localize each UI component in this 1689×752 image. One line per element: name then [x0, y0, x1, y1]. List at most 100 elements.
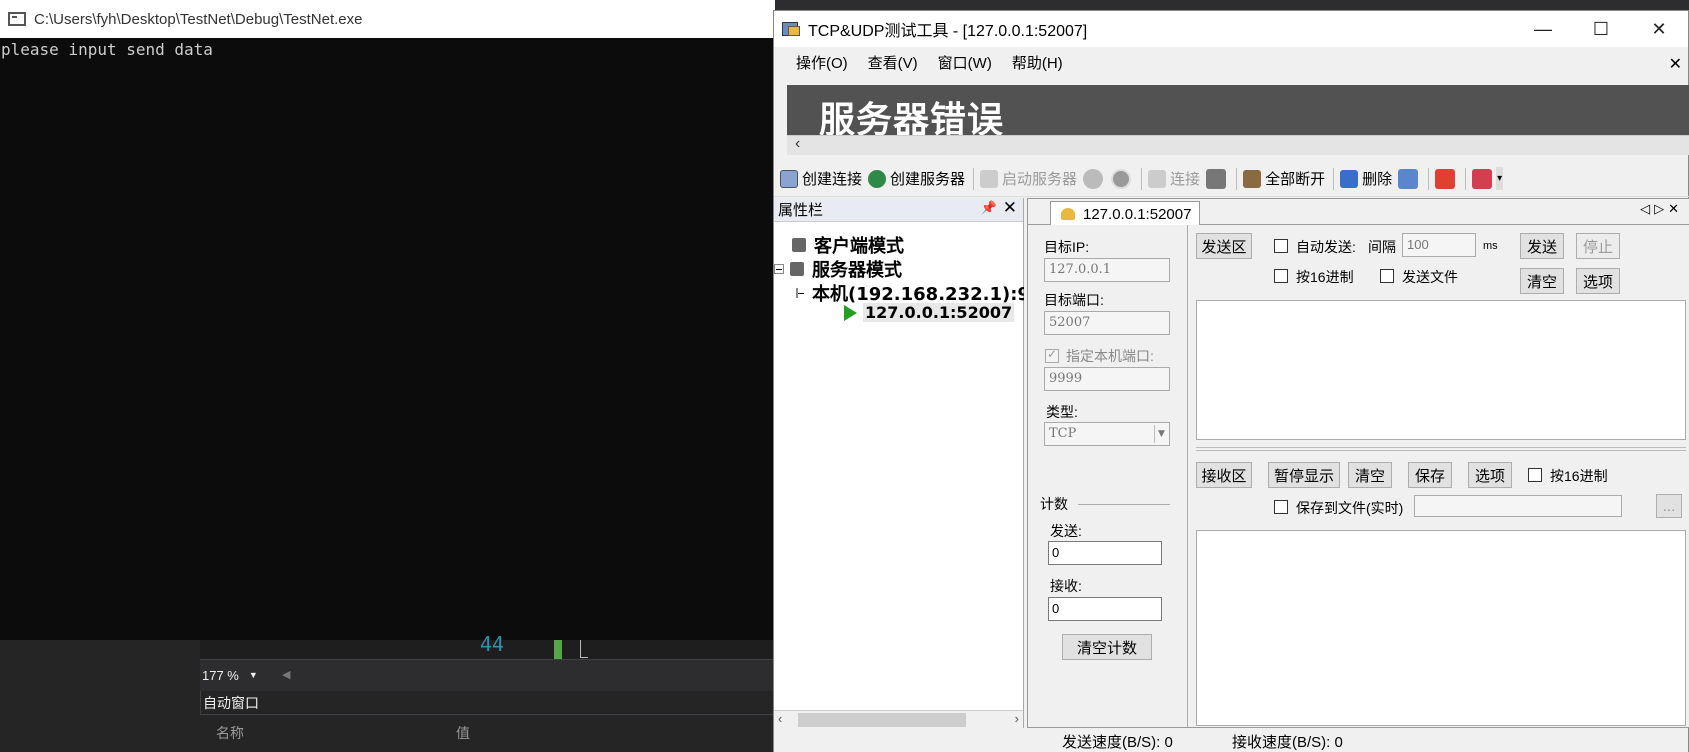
scroll-left-icon[interactable]: ◀	[282, 668, 290, 681]
recv-options-button[interactable]: 选项	[1468, 462, 1512, 488]
server-mode-label: 服务器模式	[812, 260, 902, 281]
local-port-field[interactable]: 9999	[1044, 367, 1170, 391]
toolbar-separator	[1141, 167, 1143, 190]
create-connection-button[interactable]: 创建连接	[780, 168, 862, 189]
type-value: TCP	[1049, 426, 1077, 441]
properties-scrollbar[interactable]: ‹ ›	[774, 710, 1023, 728]
code-bracket	[580, 640, 588, 658]
send-button[interactable]: 发送	[1520, 233, 1564, 259]
power-icon[interactable]	[1435, 168, 1456, 189]
auto-send-checkbox[interactable]	[1274, 239, 1288, 253]
save-file-checkbox[interactable]	[1274, 500, 1288, 514]
cancel-icon[interactable]	[1111, 168, 1132, 189]
save-path-field[interactable]	[1414, 495, 1622, 517]
create-connection-label: 创建连接	[802, 171, 863, 188]
banner-scrollbar[interactable]: ‹	[787, 135, 1689, 155]
toolbar-overflow-icon[interactable]: ▾	[1496, 167, 1504, 190]
recv-area-button[interactable]: 接收区	[1196, 462, 1252, 488]
auto-send-label: 自动发送:	[1296, 239, 1356, 255]
zoom-dropdown[interactable]: 177 % ▼	[200, 660, 278, 690]
create-server-button[interactable]: 创建服务器	[868, 168, 965, 189]
count-group-label: 计数	[1040, 496, 1068, 512]
tab-connection[interactable]: 127.0.0.1:52007	[1050, 201, 1201, 226]
disconnect-icon[interactable]	[1206, 168, 1227, 189]
tree-client-mode[interactable]: 客户端模式	[792, 232, 904, 258]
mdi-close-icon[interactable]: ✕	[1669, 54, 1682, 74]
properties-header: 属性栏 📌 ✕	[774, 198, 1023, 222]
recv-save-button[interactable]: 保存	[1408, 462, 1452, 488]
tree-server-mode[interactable]: 服务器模式	[774, 256, 902, 282]
send-recv-splitter[interactable]	[1196, 447, 1686, 451]
pause-display-button[interactable]: 暂停显示	[1268, 462, 1340, 488]
send-options-button[interactable]: 选项	[1576, 268, 1620, 294]
globe-icon	[868, 169, 887, 188]
delete-x-icon	[1340, 169, 1359, 188]
col-name[interactable]: 名称	[216, 723, 244, 743]
send-file-checkbox[interactable]	[1380, 269, 1394, 283]
send-count-field[interactable]: 0	[1048, 541, 1162, 565]
recv-count-field[interactable]: 0	[1048, 597, 1162, 621]
recv-count-label: 接收:	[1050, 578, 1082, 594]
close-button[interactable]: ✕	[1630, 11, 1688, 47]
toolbar-separator	[1333, 167, 1335, 190]
server-icon	[980, 169, 999, 188]
disconnect-all-label: 全部断开	[1265, 171, 1326, 188]
start-server-button[interactable]: 启动服务器	[980, 168, 1077, 189]
menu-view[interactable]: 查看(V)	[868, 52, 918, 73]
interval-unit: ms	[1483, 240, 1498, 252]
count-group-line	[1078, 504, 1170, 505]
close-panel-icon[interactable]: ✕	[1003, 198, 1017, 218]
scroll-left-icon[interactable]: ‹	[795, 135, 800, 153]
recv-hex-checkbox[interactable]	[1528, 468, 1542, 482]
tool-app-icon	[782, 20, 802, 38]
collapse-icon[interactable]	[796, 288, 804, 298]
target-ip-field[interactable]: 127.0.0.1	[1044, 258, 1170, 282]
console-title: C:\Users\fyh\Desktop\TestNet\Debug\TestN…	[34, 10, 363, 28]
connect-button[interactable]: 连接	[1148, 168, 1200, 189]
send-textarea[interactable]	[1196, 300, 1686, 440]
send-clear-button[interactable]: 清空	[1520, 268, 1564, 294]
scroll-right-icon[interactable]: ›	[1015, 711, 1019, 726]
disconnect-all-button[interactable]: 全部断开	[1243, 168, 1325, 189]
menu-window[interactable]: 窗口(W)	[938, 52, 992, 73]
target-port-field[interactable]: 52007	[1044, 311, 1170, 335]
connect-label: 连接	[1170, 171, 1201, 188]
stop-button[interactable]: 停止	[1576, 233, 1620, 259]
clear-count-button[interactable]: 清空计数	[1062, 634, 1152, 660]
send-area-button[interactable]: 发送区	[1196, 233, 1252, 259]
line-number: 44	[480, 632, 505, 656]
collapse-icon[interactable]	[774, 264, 784, 274]
menu-operate[interactable]: 操作(O)	[796, 52, 848, 73]
interval-label: 间隔	[1368, 239, 1396, 255]
stop-server-icon[interactable]	[1083, 168, 1104, 189]
auto-window-title: 自动窗口	[203, 695, 259, 711]
delete-button[interactable]: 删除	[1340, 168, 1392, 189]
tab-navigation[interactable]: ◁▷✕	[1640, 201, 1683, 217]
recv-clear-button[interactable]: 清空	[1348, 462, 1392, 488]
pin-icon[interactable]: 📌	[981, 200, 997, 216]
play-icon	[844, 304, 857, 321]
code-editor-line[interactable]: 44	[200, 632, 775, 659]
tools-icon[interactable]	[1472, 168, 1493, 189]
minimize-button[interactable]: —	[1514, 11, 1572, 47]
maximize-button[interactable]: ☐	[1572, 11, 1630, 47]
toolbar-separator	[1236, 167, 1238, 190]
browse-button[interactable]: ...	[1656, 494, 1682, 518]
menu-help[interactable]: 帮助(H)	[1012, 52, 1063, 73]
interval-field[interactable]: 100	[1402, 233, 1476, 257]
local-port-checkbox[interactable]	[1045, 347, 1059, 363]
type-select[interactable]: TCP ▼	[1044, 422, 1170, 446]
link-icon[interactable]	[1398, 168, 1419, 189]
scroll-thumb[interactable]	[798, 713, 966, 727]
properties-title: 属性栏	[778, 202, 824, 219]
col-value[interactable]: 值	[456, 723, 470, 743]
chevron-down-icon: ▼	[1154, 425, 1168, 443]
scroll-left-icon[interactable]: ‹	[778, 711, 782, 726]
local-port-label: 指定本机端口:	[1066, 348, 1154, 364]
recv-textarea[interactable]	[1196, 530, 1686, 726]
send-hex-checkbox[interactable]	[1274, 269, 1288, 283]
tool-titlebar[interactable]: TCP&UDP测试工具 - [127.0.0.1:52007] — ☐ ✕	[774, 11, 1688, 47]
console-titlebar[interactable]: C:\Users\fyh\Desktop\TestNet\Debug\TestN…	[0, 0, 775, 38]
tree-connection[interactable]: 127.0.0.1:52007	[844, 303, 1015, 322]
computer-icon	[792, 238, 806, 252]
